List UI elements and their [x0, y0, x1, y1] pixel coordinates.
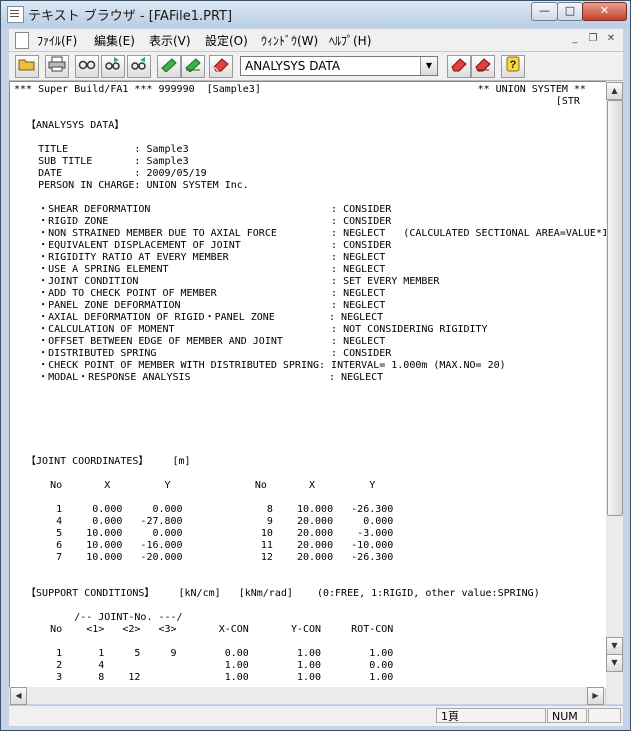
text-line: 7 10.000 -20.000 12 20.000 -26.300	[14, 552, 394, 563]
window-title: テキスト ブラウザ - [FAFile1.PRT]	[28, 9, 233, 24]
document-icon[interactable]	[15, 32, 29, 49]
maximize-button[interactable]: □	[557, 2, 583, 21]
text-line: ・PANEL ZONE DEFORMATION : NEGLECT	[14, 300, 386, 311]
text-line: ・NON STRAINED MEMBER DUE TO AXIAL FORCE …	[14, 228, 606, 239]
vertical-scroll-thumb[interactable]	[607, 100, 623, 516]
text-line: 【SUPPORT CONDITIONS】 [kN/cm] [kNm/rad] (…	[14, 588, 540, 599]
section-select[interactable]: ANALYSYS DATA ▼	[240, 56, 438, 76]
scroll-right-button[interactable]: ▶	[587, 687, 604, 705]
text-viewer[interactable]: *** Super Build/FA1 *** 999990 [Sample3]…	[9, 81, 606, 688]
text-line: *** Super Build/FA1 *** 999990 [Sample3]…	[14, 84, 586, 95]
mdi-minimize-button[interactable]: _	[567, 32, 583, 46]
text-line: 5 10.000 0.000 10 20.000 -3.000	[14, 528, 394, 539]
section-select-value: ANALYSYS DATA	[245, 59, 341, 73]
find-prev-icon[interactable]	[127, 55, 151, 78]
print-icon[interactable]	[45, 55, 69, 78]
text-line: ・USE A SPRING ELEMENT : NEGLECT	[14, 264, 386, 275]
scroll-left-button[interactable]: ◀	[10, 687, 27, 705]
green-tool-2-icon[interactable]	[181, 55, 205, 78]
eraser-icon[interactable]	[209, 55, 233, 78]
menu-view[interactable]: 表示(V)	[149, 32, 191, 49]
text-line: ・AXIAL DEFORMATION OF RIGID・PANEL ZONE :…	[14, 312, 384, 323]
scroll-down-button[interactable]: ▼	[606, 654, 623, 672]
find-icon[interactable]	[75, 55, 99, 78]
text-line: No <1> <2> <3> X-CON Y-CON ROT-CON	[14, 624, 394, 635]
text-line: ・MODAL・RESPONSE ANALYSIS : NEGLECT	[14, 372, 384, 383]
text-line: ・CHECK POINT OF MEMBER WITH DISTRIBUTED …	[14, 360, 506, 371]
text-line: ・RIGIDITY RATIO AT EVERY MEMBER : NEGLEC…	[14, 252, 386, 263]
text-line: 1 0.000 0.000 8 10.000 -26.300	[14, 504, 394, 515]
text-line: [STR	[14, 96, 580, 107]
menu-help[interactable]: ﾍﾙﾌﾟ(H)	[329, 32, 371, 49]
red-tool-1-icon[interactable]	[447, 55, 471, 78]
horizontal-scrollbar[interactable]: ◀ ▶	[9, 687, 605, 705]
text-line: ・JOINT CONDITION : SET EVERY MEMBER	[14, 276, 440, 287]
text-line: DATE : 2009/05/19	[14, 168, 207, 179]
status-bar: 1頁 NUM	[9, 705, 623, 726]
scroll-page-down-button[interactable]: ▼	[606, 637, 623, 655]
find-next-icon[interactable]	[101, 55, 125, 78]
text-line: /-- JOINT-No. ---/	[14, 612, 183, 623]
scrollbar-corner	[606, 687, 623, 704]
text-line: PERSON IN CHARGE: UNION SYSTEM Inc.	[14, 180, 249, 191]
text-line: No X Y No X Y	[14, 480, 376, 491]
menu-edit[interactable]: 編集(E)	[94, 32, 135, 49]
minimize-button[interactable]: —	[531, 2, 558, 21]
text-line: 6 10.000 -16.000 11 20.000 -10.000	[14, 540, 394, 551]
text-line: ・CALCULATION OF MOMENT : NOT CONSIDERING…	[14, 324, 488, 335]
close-button[interactable]: ✕	[582, 2, 627, 21]
text-line: ・EQUIVALENT DISPLACEMENT OF JOINT : CONS…	[14, 240, 392, 251]
app-icon	[7, 6, 24, 23]
svg-text:?: ?	[510, 59, 517, 71]
scroll-up-button[interactable]: ▲	[606, 82, 623, 100]
main-window: テキスト ブラウザ - [FAFile1.PRT] — □ ✕ ﾌｧｲﾙ(F) …	[0, 0, 631, 731]
menu-bar: ﾌｧｲﾙ(F) 編集(E) 表示(V) 設定(O) ｳｨﾝﾄﾞｳ(W) ﾍﾙﾌﾟ…	[9, 29, 623, 52]
text-line: SUB TITLE : Sample3	[14, 156, 189, 167]
mdi-restore-button[interactable]: ❐	[585, 32, 601, 46]
title-bar[interactable]: テキスト ブラウザ - [FAFile1.PRT] — □ ✕	[1, 1, 630, 27]
text-line: 1 1 5 9 0.00 1.00 1.00	[14, 648, 394, 659]
green-tool-1-icon[interactable]	[157, 55, 181, 78]
text-line: ・RIGID ZONE : CONSIDER	[14, 216, 392, 227]
text-line: 【JOINT COORDINATES】 [m]	[14, 456, 191, 467]
menu-settings[interactable]: 設定(O)	[205, 32, 248, 49]
status-num: NUM	[547, 708, 587, 723]
chevron-down-icon[interactable]: ▼	[420, 57, 437, 75]
red-tool-2-icon[interactable]	[471, 55, 495, 78]
text-line: 3 8 12 1.00 1.00 1.00	[14, 672, 394, 683]
vertical-scrollbar[interactable]: ▲ ▼ ▼	[606, 81, 623, 687]
text-line: ・SHEAR DEFORMATION : CONSIDER	[14, 204, 392, 215]
text-line: ・OFFSET BETWEEN EDGE OF MEMBER AND JOINT…	[14, 336, 386, 347]
text-line: 4 0.000 -27.800 9 20.000 0.000	[14, 516, 394, 527]
text-line: TITLE : Sample3	[14, 144, 189, 155]
mdi-close-button[interactable]: ✕	[603, 32, 619, 46]
text-line: ・ADD TO CHECK POINT OF MEMBER : NEGLECT	[14, 288, 386, 299]
help-icon[interactable]: ?	[501, 55, 525, 78]
menu-file[interactable]: ﾌｧｲﾙ(F)	[37, 32, 77, 49]
text-line: 2 4 1.00 1.00 0.00	[14, 660, 394, 671]
menu-window[interactable]: ｳｨﾝﾄﾞｳ(W)	[261, 32, 318, 49]
text-line: 【ANALYSYS DATA】	[14, 120, 125, 131]
open-folder-icon[interactable]	[15, 55, 39, 78]
toolbar: ANALYSYS DATA ▼ ?	[9, 52, 623, 81]
status-empty	[588, 708, 621, 723]
status-page: 1頁	[436, 708, 546, 723]
text-line: ・DISTRIBUTED SPRING : CONSIDER	[14, 348, 392, 359]
